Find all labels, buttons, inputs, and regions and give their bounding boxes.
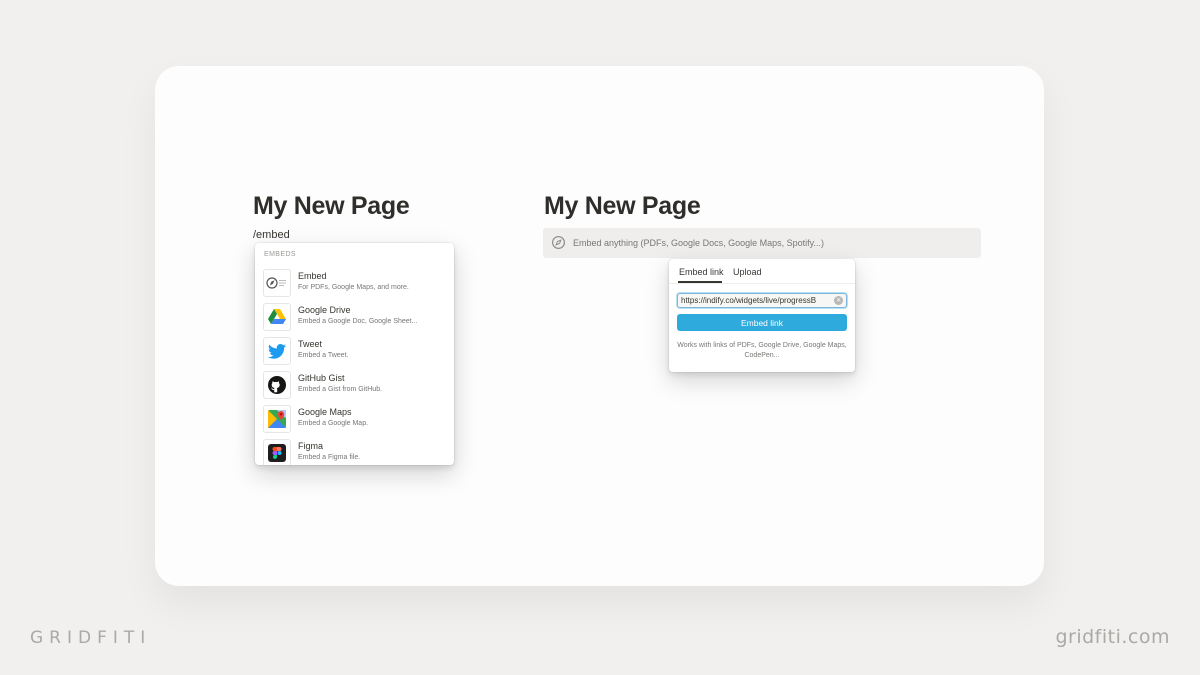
embed-block[interactable]: Embed anything (PDFs, Google Docs, Googl…	[543, 228, 981, 258]
menu-item-google-maps[interactable]: Google Maps Embed a Google Map.	[261, 403, 448, 435]
menu-item-desc: Embed a Google Doc, Google Sheet...	[298, 318, 418, 325]
page-title: My New Page	[253, 192, 410, 220]
tab-upload[interactable]: Upload	[733, 267, 762, 277]
tab-embed-link[interactable]: Embed link	[679, 267, 724, 277]
embed-icon	[263, 269, 291, 297]
menu-item-desc: Embed a Google Map.	[298, 420, 369, 427]
twitter-icon	[263, 337, 291, 365]
embed-url-input[interactable]	[677, 293, 847, 308]
embed-menu: EMBEDS Embed For PDFs, Google Maps, and …	[255, 243, 454, 465]
clear-icon[interactable]: ×	[834, 296, 843, 305]
google-maps-icon	[263, 405, 291, 433]
github-icon	[263, 371, 291, 399]
slash-command-text[interactable]: /embed	[253, 229, 290, 241]
brand-wordmark: GRIDFITI	[30, 628, 152, 648]
embed-block-text: Embed anything (PDFs, Google Docs, Googl…	[573, 238, 824, 248]
embed-link-button[interactable]: Embed link	[677, 314, 847, 331]
menu-item-title: Google Drive	[298, 305, 351, 315]
menu-item-github-gist[interactable]: GitHub Gist Embed a Gist from GitHub.	[261, 369, 448, 401]
page-title: My New Page	[544, 192, 701, 220]
menu-item-title: Google Maps	[298, 407, 352, 417]
help-text: Works with links of PDFs, Google Drive, …	[677, 342, 847, 359]
menu-item-title: Tweet	[298, 339, 323, 349]
menu-item-figma[interactable]: Figma Embed a Figma file.	[261, 437, 448, 465]
google-drive-icon	[263, 303, 291, 331]
menu-item-tweet[interactable]: Tweet Embed a Tweet.	[261, 335, 448, 367]
figma-icon	[263, 439, 291, 465]
tab-divider	[669, 283, 855, 284]
embed-popup: Embed link Upload × Embed link Works wit…	[669, 259, 855, 372]
menu-item-title: Embed	[298, 271, 327, 281]
menu-item-google-drive[interactable]: Google Drive Embed a Google Doc, Google …	[261, 301, 448, 333]
menu-item-desc: For PDFs, Google Maps, and more.	[298, 284, 409, 291]
menu-item-title: Figma	[298, 441, 324, 451]
menu-item-title: GitHub Gist	[298, 373, 345, 383]
menu-item-desc: Embed a Gist from GitHub.	[298, 386, 383, 393]
compass-icon	[551, 235, 566, 255]
menu-item-desc: Embed a Tweet.	[298, 352, 349, 359]
content-card: My New Page /embed EMBEDS Embed For PDFs…	[155, 66, 1044, 586]
brand-url: gridfiti.com	[1055, 626, 1170, 648]
menu-item-embed[interactable]: Embed For PDFs, Google Maps, and more.	[261, 267, 448, 299]
menu-item-desc: Embed a Figma file.	[298, 454, 361, 461]
menu-header: EMBEDS	[264, 251, 296, 258]
